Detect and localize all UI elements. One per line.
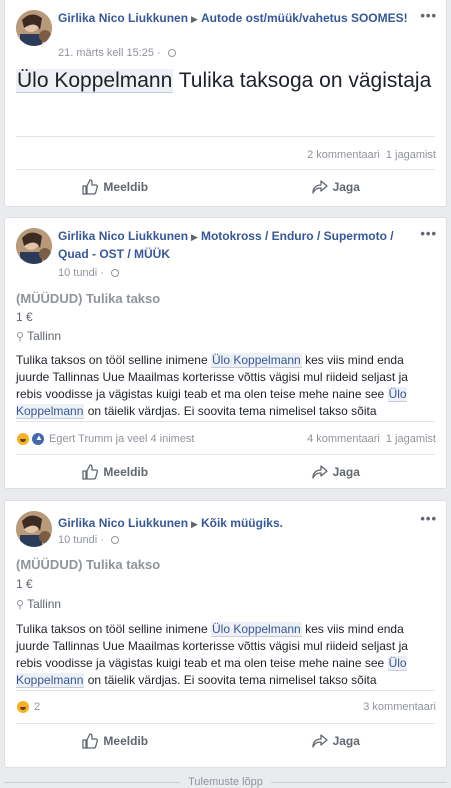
comment-count[interactable]: 4 kommentaari [307,433,380,445]
reaction-count[interactable]: 2 [34,701,40,713]
post-card: Girlika Nico Liukkunen ▶ Motokross / Endur… [4,217,447,489]
like-reaction-icon [31,432,45,446]
end-label-text: Tulemuste lõpp [180,776,271,788]
post-header: Girlika Nico Liukkunen ▶ Motokross / Endur… [58,228,412,263]
item-location: ⚲ Tallinn [16,597,61,611]
divider [16,421,435,422]
divider [16,136,435,137]
post-header: Girlika Nico Liukkunen ▶ Kõik müügiks. [58,515,412,533]
haha-reaction-icon [16,432,30,446]
body-text-part: on täielik värdjas. Ei soovita tema nime… [84,404,377,418]
like-button[interactable]: Meeldib [5,171,226,203]
location-pin-icon: ⚲ [16,331,25,343]
end-of-results-label: Tulemuste lõpp [0,776,451,788]
share-button[interactable]: Jaga [226,171,447,203]
share-arrow-icon [311,465,328,479]
post-timestamp[interactable]: 21. märts kell 15:25 · [58,47,176,59]
post-body: Tulika taksos on tööl selline inimene Ül… [16,352,436,420]
action-bar: Meeldib Jaga [5,171,446,203]
author-name[interactable]: Girlika Nico Liukkunen [58,516,188,530]
reactors-text[interactable]: Egert Trumm ja veel 4 inimest [49,433,195,445]
item-price: 1 € [16,577,33,591]
location-label: Tallinn [27,597,62,611]
globe-icon [110,536,119,544]
more-options-icon[interactable]: ••• [420,226,437,241]
post-timestamp[interactable]: 10 tundi · [58,534,119,546]
author-avatar[interactable] [16,511,52,547]
post-time[interactable]: 10 tundi [58,534,97,546]
like-label: Meeldib [103,734,149,748]
post-text-rest: Tulika taksoga on vägistaja [173,69,432,92]
arrow-right-icon: ▶ [191,14,198,24]
globe-icon [110,269,119,277]
author-name[interactable]: Girlika Nico Liukkunen [58,11,188,25]
post-body: Tulika taksos on tööl selline inimene Ül… [16,621,436,689]
like-label: Meeldib [103,180,149,194]
author-avatar[interactable] [16,10,52,46]
mention-link[interactable]: Ülo Koppelmann [211,353,302,368]
item-location: ⚲ Tallinn [16,329,61,343]
share-label: Jaga [332,734,360,748]
post-header: Girlika Nico Liukkunen ▶ Autode ost/müük/v… [58,10,412,28]
mention-link[interactable]: Ülo Koppelmann [16,69,174,93]
location-label: Tallinn [27,329,62,343]
item-title: (MÜÜDUD) Tulika takso [16,291,161,306]
action-bar: Meeldib Jaga [5,725,446,757]
like-button[interactable]: Meeldib [5,725,226,757]
comment-count[interactable]: 3 kommentaari [363,701,436,713]
thumbs-up-icon [82,464,99,480]
body-text-part: on täielik värdjas. Ei soovita tema nime… [84,673,377,687]
engagement-counts: 2 kommentaari 1 jagamist [301,149,436,161]
author-avatar[interactable] [16,228,52,264]
divider [16,723,435,724]
engagement-counts: 3 kommentaari [357,701,436,713]
globe-icon [167,49,176,57]
post-card: Girlika Nico Liukkunen ▶ Kõik müügiks. 10 … [4,500,447,768]
group-name[interactable]: Kõik müügiks. [201,516,283,530]
body-text-part: Tulika taksos on tööl selline inimene [16,353,211,367]
more-options-icon[interactable]: ••• [420,8,437,23]
divider [16,169,435,170]
arrow-right-icon: ▶ [191,232,198,242]
comment-count[interactable]: 2 kommentaari [307,149,380,161]
share-button[interactable]: Jaga [226,456,447,488]
engagement-counts: 4 kommentaari 1 jagamist [301,433,436,445]
post-time[interactable]: 21. märts kell 15:25 [58,47,154,59]
divider [16,454,435,455]
post-text: Ülo Koppelmann Tulika taksoga on vägista… [16,67,436,94]
like-button[interactable]: Meeldib [5,456,226,488]
reaction-summary[interactable]: 2 [16,700,40,714]
group-name[interactable]: Autode ost/müük/vahetus SOOMES! [201,11,408,25]
share-button[interactable]: Jaga [226,725,447,757]
share-arrow-icon [311,180,328,194]
share-count[interactable]: 1 jagamist [386,149,436,161]
share-label: Jaga [332,465,360,479]
post-time[interactable]: 10 tundi [58,267,97,279]
post-card: Girlika Nico Liukkunen ▶ Autode ost/müük/v… [4,0,447,207]
mention-link[interactable]: Ülo Koppelmann [211,622,302,637]
author-name[interactable]: Girlika Nico Liukkunen [58,229,188,243]
body-text-part: Tulika taksos on tööl selline inimene [16,622,211,636]
share-label: Jaga [332,180,360,194]
location-pin-icon: ⚲ [16,599,25,611]
item-title: (MÜÜDUD) Tulika takso [16,557,161,572]
reaction-summary[interactable]: Egert Trumm ja veel 4 inimest [16,432,195,446]
arrow-right-icon: ▶ [191,519,198,529]
post-timestamp[interactable]: 10 tundi · [58,267,119,279]
divider [16,690,435,691]
item-price: 1 € [16,310,33,324]
haha-reaction-icon [16,700,30,714]
share-arrow-icon [311,734,328,748]
thumbs-up-icon [82,179,99,195]
like-label: Meeldib [103,465,149,479]
thumbs-up-icon [82,733,99,749]
more-options-icon[interactable]: ••• [420,511,437,526]
action-bar: Meeldib Jaga [5,456,446,488]
share-count[interactable]: 1 jagamist [386,433,436,445]
